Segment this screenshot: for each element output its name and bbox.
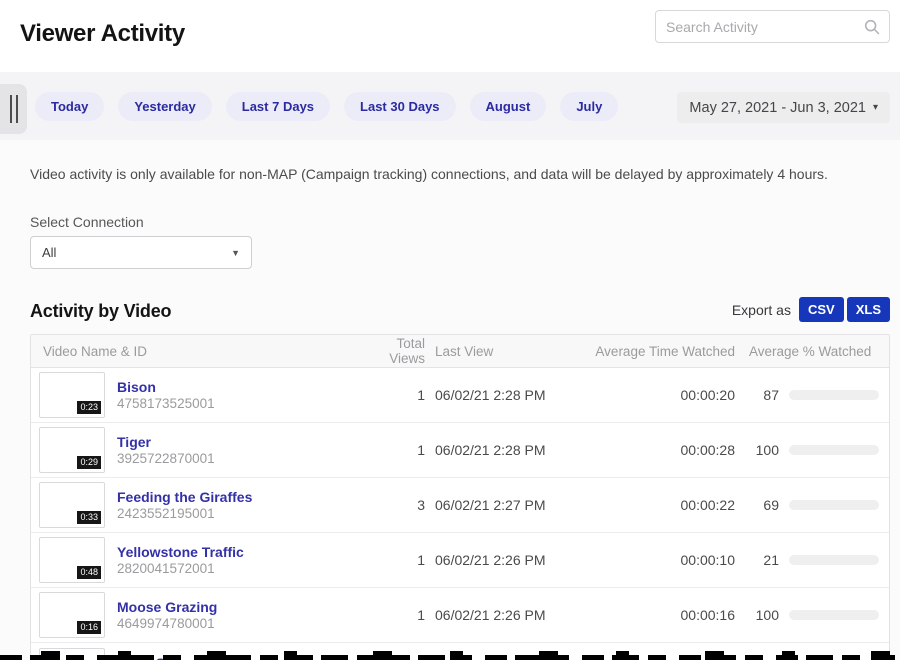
video-name-link[interactable]: Moose Grazing [117,599,217,615]
video-id: 2820041572001 [117,561,244,576]
pct-watched-bar [789,555,879,565]
filter-pill-today[interactable]: Today [35,92,104,121]
column-header-average-time-watched: Average Time Watched [595,344,735,359]
drawer-handle[interactable] [0,84,27,134]
video-thumbnail[interactable]: 0:48 [39,537,105,583]
avg-time-watched-value: 00:00:28 [595,442,735,458]
top-header: Viewer Activity [0,0,900,72]
export-as-label: Export as [732,302,791,318]
total-views-value: 1 [361,387,425,403]
avg-time-watched-value: 00:00:20 [595,387,735,403]
export-group: Export as CSVXLS [732,297,890,322]
caret-down-icon: ▼ [231,248,240,258]
connection-select-label: Select Connection [30,214,890,230]
video-name-link[interactable]: Bison [117,379,215,395]
video-name-link[interactable]: Baby Chimp [117,655,212,660]
column-header-average-watched: Average % Watched [735,344,889,359]
avg-pct-watched-value: 100 [749,607,779,623]
export-csv-button[interactable]: CSV [799,297,844,322]
avg-time-watched-value: 00:00:10 [595,552,735,568]
main-content: Video activity is only available for non… [0,166,900,660]
availability-notice: Video activity is only available for non… [30,166,890,182]
table-row: 0:29 Tiger 3925722870001 1 06/02/21 2:28… [31,423,889,478]
table-row: 0:48 Yellowstone Traffic 2820041572001 1… [31,533,889,588]
export-xls-button[interactable]: XLS [847,297,890,322]
pct-watched-bar [789,390,879,400]
filter-bar: Today Yesterday Last 7 Days Last 30 Days Aug… [0,72,900,140]
search-input[interactable] [666,19,863,35]
filter-pill-july[interactable]: July [560,92,618,121]
search-icon[interactable] [863,18,881,36]
activity-section-head: Activity by Video Export as CSVXLS [30,297,890,322]
caret-down-icon: ▾ [873,102,878,113]
avg-pct-watched-value: 100 [749,442,779,458]
column-header-total-views: Total Views [361,336,425,366]
table-header-row: Video Name & IDTotal ViewsLast ViewAvera… [31,335,889,368]
duration-badge: 0:23 [77,401,101,414]
filter-pill-yesterday[interactable]: Yesterday [118,92,211,121]
table-row: 0:16 Moose Grazing 4649974780001 1 06/02… [31,588,889,643]
filter-pill-last-30-days[interactable]: Last 30 Days [344,92,456,121]
video-thumbnail[interactable]: 0:33 [39,482,105,528]
date-preset-pills: Today Yesterday Last 7 Days Last 30 Days Aug… [35,92,618,121]
last-view-value: 06/02/21 2:27 PM [425,497,595,513]
video-id: 2423552195001 [117,506,252,521]
avg-pct-watched-value: 69 [749,497,779,513]
video-name-link[interactable]: Tiger [117,434,215,450]
viewer-activity-page: Viewer Activity Today Yesterday Last 7 Day… [0,0,900,660]
video-id: 4649974780001 [117,616,217,631]
video-thumbnail[interactable]: 0:29 [39,427,105,473]
search-box [655,10,890,43]
avg-pct-watched-value: 87 [749,387,779,403]
video-id: 4758173525001 [117,396,215,411]
video-id: 3925722870001 [117,451,215,466]
avg-time-watched-value: 00:00:16 [595,607,735,623]
video-name-link[interactable]: Feeding the Giraffes [117,489,252,505]
last-view-value: 06/02/21 2:26 PM [425,552,595,568]
table-row: 0:33 Feeding the Giraffes 2423552195001 … [31,478,889,533]
last-view-value: 06/02/21 2:28 PM [425,442,595,458]
filter-pill-last-7-days[interactable]: Last 7 Days [226,92,330,121]
pct-watched-bar [789,445,879,455]
avg-time-watched-value: 00:00:22 [595,497,735,513]
connection-selected-value: All [42,245,56,260]
connection-select-group: Select Connection All ▼ [30,214,890,269]
total-views-value: 1 [361,607,425,623]
pct-watched-bar [789,610,879,620]
activity-section-title: Activity by Video [30,301,171,322]
video-thumbnail[interactable] [39,648,105,660]
export-buttons: CSVXLS [799,297,890,322]
duration-badge: 0:33 [77,511,101,524]
column-header-last-view: Last View [425,344,595,359]
pct-watched-bar [789,500,879,510]
avg-pct-watched-value: 21 [749,552,779,568]
video-thumbnail[interactable]: 0:16 [39,592,105,638]
column-header-video-name-id: Video Name & ID [31,344,361,359]
last-view-value: 06/02/21 2:26 PM [425,607,595,623]
video-name-link[interactable]: Yellowstone Traffic [117,544,244,560]
duration-badge: 0:29 [77,456,101,469]
table-row: Baby Chimp 5263118111001 1 06/02/21 2:25… [31,643,889,660]
total-views-value: 1 [361,442,425,458]
table-row: 0:23 Bison 4758173525001 1 06/02/21 2:28… [31,368,889,423]
video-thumbnail[interactable]: 0:23 [39,372,105,418]
duration-badge: 0:48 [77,566,101,579]
date-range-label: May 27, 2021 - Jun 3, 2021 [689,100,866,116]
total-views-value: 3 [361,497,425,513]
last-view-value: 06/02/21 2:28 PM [425,387,595,403]
connection-select[interactable]: All ▼ [30,236,252,269]
page-title: Viewer Activity [20,20,185,48]
filter-pill-august[interactable]: August [470,92,547,121]
date-range-selector[interactable]: May 27, 2021 - Jun 3, 2021 ▾ [677,92,890,123]
table-body: 0:23 Bison 4758173525001 1 06/02/21 2:28… [31,368,889,660]
duration-badge: 0:16 [77,621,101,634]
total-views-value: 1 [361,552,425,568]
activity-by-video-table: Video Name & IDTotal ViewsLast ViewAvera… [30,334,890,660]
